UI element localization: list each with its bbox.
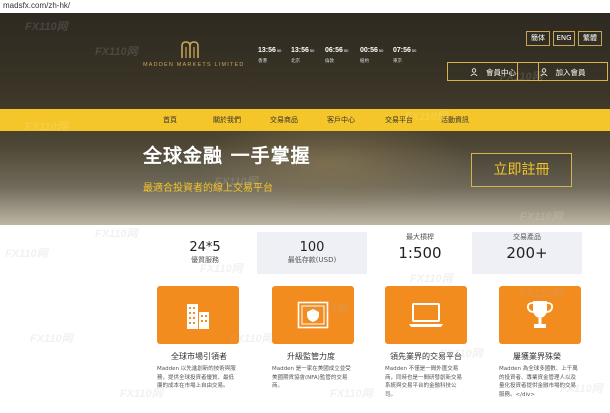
stat-label: 優質服務 — [191, 256, 219, 264]
feature-title: 屢獲業界殊榮 — [513, 352, 561, 361]
feature-card-regulation — [272, 286, 354, 344]
feature-title: 升級監管力度 — [287, 352, 335, 361]
nav-home[interactable]: 首頁 — [163, 109, 177, 131]
watermark: FX110网 — [5, 248, 48, 260]
nav-events[interactable]: 活動資訊 — [441, 109, 469, 131]
main-nav: 首頁 關於我們 交易商品 客戶中心 交易平台 活動資訊 — [0, 109, 610, 131]
watermark: FX110网 — [25, 21, 68, 33]
url-text: madsfx.com/zh-hk/ — [3, 1, 71, 10]
feature-card-market-leader — [157, 286, 239, 344]
hero-slogan: 全球金融 一手掌握 — [143, 145, 311, 167]
stat-value: 200+ — [506, 244, 548, 262]
logo-mark-icon — [181, 41, 199, 58]
lang-simplified-button[interactable]: 簡体 — [526, 31, 550, 46]
clock-tokyo: 07:5650 東京 — [393, 47, 417, 63]
add-member-button[interactable]: 加入會員 — [517, 62, 608, 81]
clock-hongkong: 13:5650 香港 — [258, 47, 282, 63]
stat-value: 100 — [299, 240, 325, 255]
nav-products[interactable]: 交易商品 — [270, 109, 298, 131]
hero-banner: MADDEN MARKETS LIMITED 13:5650 香港 13:565… — [0, 13, 610, 225]
watermark: FX110网 — [95, 46, 138, 58]
nav-about[interactable]: 關於我們 — [213, 109, 241, 131]
stat-products: 交易產品 200+ — [472, 232, 582, 274]
stat-min-deposit: 100 最低存款(USD) — [257, 232, 367, 274]
lang-english-button[interactable]: ENG — [553, 31, 575, 46]
stat-value: 24*5 — [189, 240, 221, 255]
register-button[interactable]: 立即註冊 — [471, 153, 572, 187]
stat-label: 最低存款(USD) — [287, 256, 337, 264]
feature-description: Madden 以先進創新的技術與服務，提供全球投資者優質、最低廉的成本在市場上自… — [157, 366, 236, 389]
nav-platform[interactable]: 交易平台 — [385, 109, 413, 131]
stat-label: 交易產品 — [513, 233, 541, 241]
stat-label: 最大槓桿 — [406, 233, 434, 241]
stat-value: 1:500 — [398, 244, 442, 262]
watermark: FX110网 — [30, 333, 73, 345]
stat-service: 24*5 優質服務 — [150, 232, 260, 274]
language-switcher: 簡体 ENG 繁體 — [523, 31, 602, 46]
user-icon — [470, 68, 478, 76]
laptop-icon — [409, 303, 443, 327]
trophy-icon — [526, 301, 554, 328]
building-icon — [187, 304, 209, 329]
feature-description: Madden 是一家在美國成立並受美國期貨協會(NFA)監管的交易商。 — [272, 366, 351, 389]
feature-card-awards — [499, 286, 581, 344]
watermark: FX110网 — [520, 211, 563, 223]
watermark: FX110网 — [95, 228, 138, 240]
lang-traditional-button[interactable]: 繁體 — [578, 31, 602, 46]
nav-client-center[interactable]: 客戶中心 — [327, 109, 355, 131]
stat-max-leverage: 最大槓桿 1:500 — [365, 232, 475, 274]
browser-url-bar[interactable]: madsfx.com/zh-hk/ — [0, 0, 610, 14]
user-icon — [539, 68, 548, 76]
feature-title: 領先業界的交易平台 — [390, 352, 462, 361]
feature-title: 全球市場引領者 — [171, 352, 227, 361]
logo-text: MADDEN MARKETS LIMITED — [143, 62, 245, 68]
feature-card-platform — [385, 286, 467, 344]
hero-subtitle: 最適合投資者的線上交易平台 — [143, 183, 273, 194]
certificate-icon — [297, 301, 329, 329]
feature-description: Madden 為全球多國數、上千萬的投資者、專業資金管理人以及量化投資者提供金融… — [499, 366, 578, 398]
clock-beijing: 13:5650 北京 — [291, 47, 315, 63]
clock-newyork: 00:5650 紐約 — [360, 47, 384, 63]
clock-london: 06:5650 倫敦 — [325, 47, 349, 63]
feature-description: Madden 不僅是一間外匯交易商，同時也是一間研發創新交易系統與交易平台的金融… — [385, 366, 463, 398]
